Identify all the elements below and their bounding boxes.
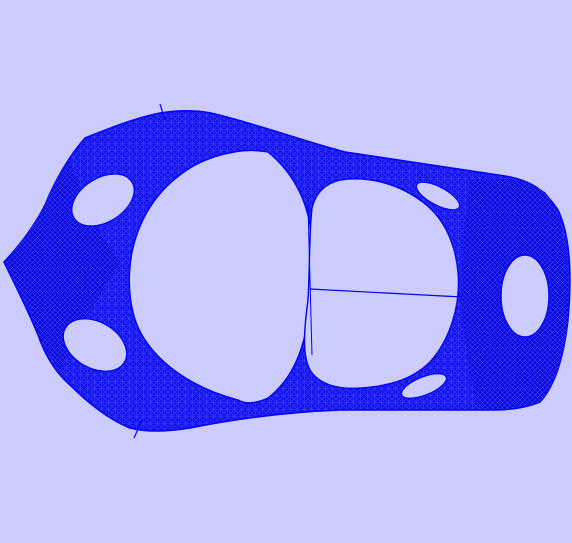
3d-viewport[interactable] xyxy=(0,0,572,543)
mesh-hole-right-end xyxy=(500,254,550,338)
wireframe-canvas xyxy=(3,103,571,439)
